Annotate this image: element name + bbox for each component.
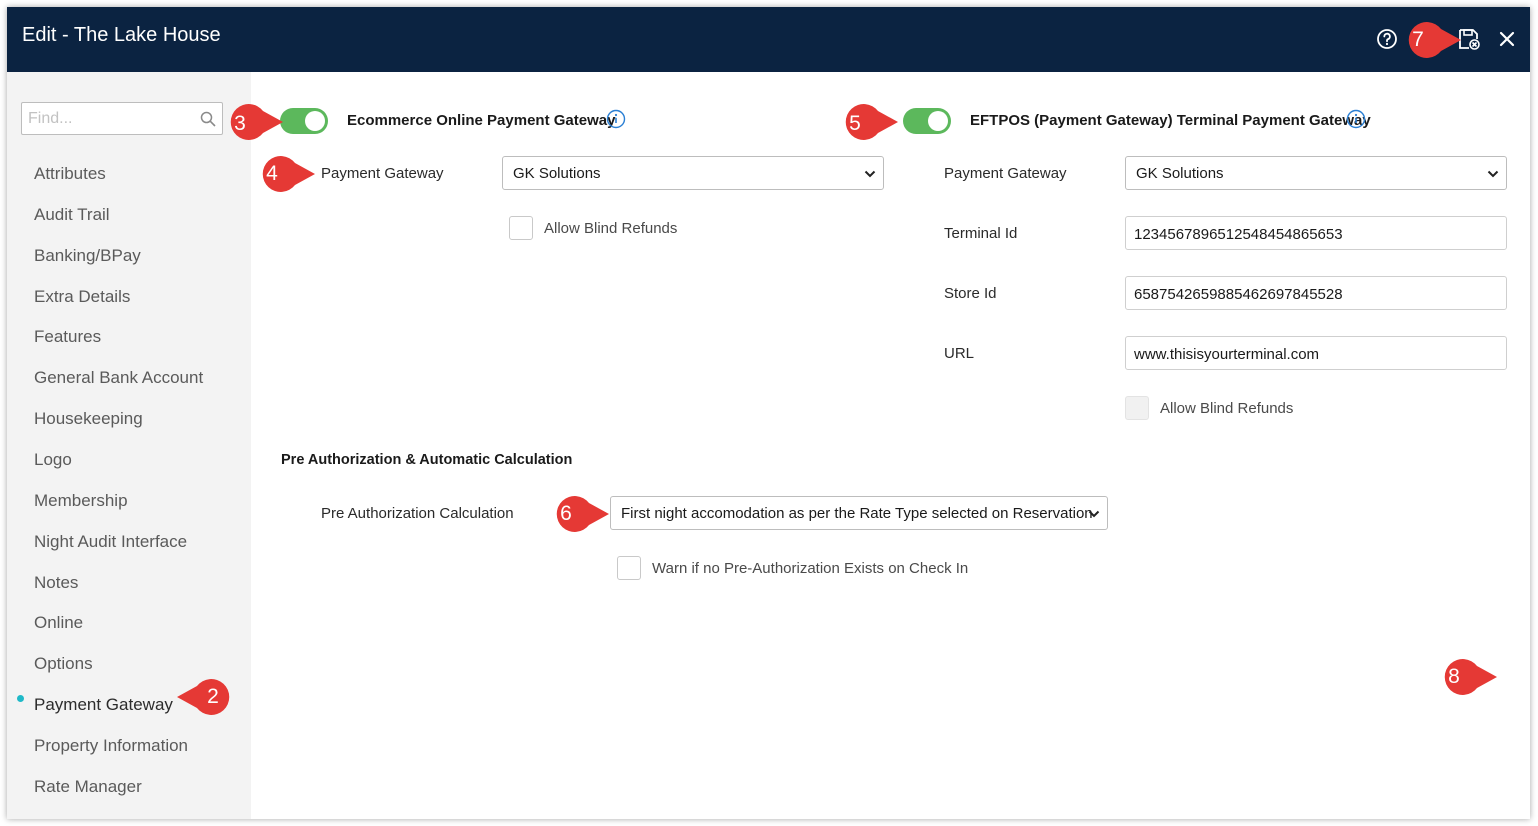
title-bar: Edit - The Lake House [7,7,1530,72]
preauth-calc-select[interactable]: First night accomodation as per the Rate… [610,496,1108,530]
ecommerce-heading: Ecommerce Online Payment Gateway [347,112,616,129]
eftpos-blind-refunds-checkbox[interactable] [1125,396,1149,420]
find-field[interactable] [21,102,223,135]
ecommerce-blind-refunds-label: Allow Blind Refunds [544,220,678,237]
ecommerce-gateway-label: Payment Gateway [321,165,444,182]
sidebar-item-rate-manager[interactable]: Rate Manager [34,777,142,797]
sidebar-item-notes[interactable]: Notes [34,573,78,593]
ecommerce-gateway-value: GK Solutions [513,165,601,182]
callout-number-6: 6 [560,502,572,525]
sidebar-item-features[interactable]: Features [34,327,101,347]
sidebar-item-banking-bpay[interactable]: Banking/BPay [34,246,141,266]
terminal-id-value: 12345678965125484548656​53 [1134,226,1343,243]
dialog-title: Edit - The Lake House [22,24,221,46]
preauth-heading: Pre Authorization & Automatic Calculatio… [281,452,573,468]
url-label: URL [944,345,975,362]
url-field[interactable]: www.thisisyourterminal.com [1125,336,1507,370]
sidebar-item-extra-details[interactable]: Extra Details [34,287,130,307]
search-input[interactable] [28,109,193,129]
eftpos-blind-refunds-label: Allow Blind Refunds [1160,400,1294,417]
sidebar-item-night-audit-interface[interactable]: Night Audit Interface [34,532,187,552]
ecommerce-enable-toggle[interactable] [280,108,328,134]
store-id-value: 6587542659885462697845528 [1134,286,1343,303]
url-value: www.thisisyourterminal.com [1134,346,1320,363]
search-icon[interactable] [200,111,216,127]
sidebar-item-options[interactable]: Options [34,654,93,674]
sidebar-item-audit-trail[interactable]: Audit Trail [34,205,110,225]
chevron-down-icon [1486,167,1500,181]
sidebar-item-membership[interactable]: Membership [34,491,128,511]
eftpos-gateway-label: Payment Gateway [944,165,1067,182]
preauth-calc-value: First night accomodation as per the Rate… [621,505,1093,522]
sidebar-item-logo[interactable]: Logo [34,450,72,470]
terminal-id-field[interactable]: 12345678965125484548656​53 [1125,216,1507,250]
store-id-field[interactable]: 6587542659885462697845528 [1125,276,1507,310]
chevron-down-icon [863,167,877,181]
payment-gateway-panel: Ecommerce Online Payment Gateway Payment… [251,72,1530,819]
sidebar-item-online[interactable]: Online [34,613,83,633]
close-icon[interactable] [1495,27,1519,51]
eftpos-gateway-value: GK Solutions [1136,165,1224,182]
sidebar-item-attributes[interactable]: Attributes [34,164,106,184]
sidebar-item-property-information[interactable]: Property Information [34,736,188,756]
warn-preauth-label: Warn if no Pre-Authorization Exists on C… [652,560,969,577]
sidebar-item-payment-gateway[interactable]: Payment Gateway [34,695,173,715]
eftpos-gateway-select[interactable]: GK Solutions [1125,156,1507,190]
eftpos-heading: EFTPOS (Payment Gateway) Terminal Paymen… [970,112,1371,129]
callout-number-2: 2 [207,685,219,708]
sidebar-item-general-bank-account[interactable]: General Bank Account [34,368,203,388]
chevron-down-icon [1087,507,1101,521]
preauth-calc-label: Pre Authorization Calculation [321,505,514,522]
ecommerce-gateway-select[interactable]: GK Solutions [502,156,884,190]
warn-preauth-checkbox[interactable] [617,556,641,580]
callout-number-8: 8 [1448,665,1460,688]
callout-number-3: 3 [234,112,246,135]
callout-number-5: 5 [849,112,861,135]
store-id-label: Store Id [944,285,997,302]
info-icon[interactable] [1346,109,1366,129]
info-icon[interactable] [606,109,626,129]
edit-dialog: Edit - The Lake House Find... Attributes… [7,7,1530,819]
eftpos-enable-toggle[interactable] [903,108,951,134]
terminal-id-label: Terminal Id [944,225,1018,242]
ecommerce-blind-refunds-checkbox[interactable] [509,216,533,240]
callout-number-4: 4 [266,162,278,185]
callout-number-7: 7 [1412,28,1424,51]
sidebar-item-housekeeping[interactable]: Housekeeping [34,409,143,429]
active-indicator [17,695,24,702]
